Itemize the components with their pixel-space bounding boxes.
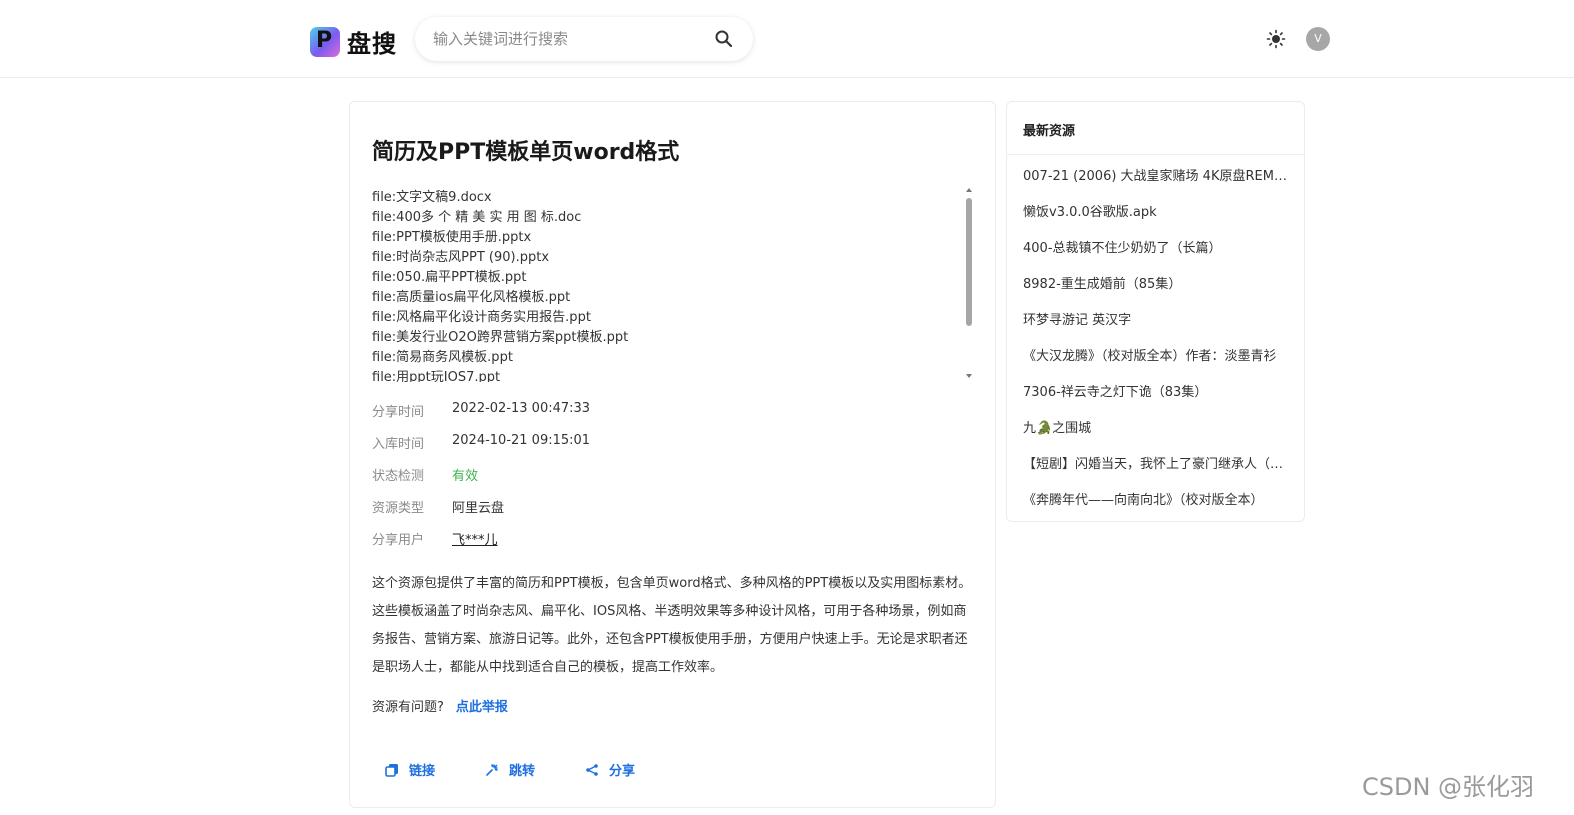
list-item[interactable]: 环梦寻游记 英汉字 (1023, 310, 1289, 346)
meta-share-time: 分享时间 2022-02-13 00:47:33 (372, 401, 972, 421)
list-item[interactable]: 7306-祥云寺之灯下诡（83集） (1023, 382, 1289, 418)
scroll-up-icon[interactable] (966, 188, 972, 192)
search-icon[interactable] (714, 29, 734, 49)
status-badge: 有效 (452, 469, 479, 484)
list-item[interactable]: 九🐊之围城 (1023, 418, 1289, 454)
meta-label: 分享用户 (372, 533, 425, 548)
resource-description: 这个资源包提供了丰富的简历和PPT模板，包含单页word格式、多种风格的PPT模… (372, 576, 972, 675)
list-item[interactable]: 8982-重生成婚前（85集） (1023, 274, 1289, 310)
report-question: 资源有问题? (372, 700, 444, 715)
meta-value: 2024-10-21 09:15:01 (452, 433, 591, 448)
latest-resources-panel: 最新资源 007-21 (2006) 大战皇家赌场 4K原盘REMUX 懒饭v3… (1006, 101, 1305, 522)
file-item: file:高质量ios扁平化风格模板.ppt (372, 290, 571, 305)
file-item: file:400多 个 精 美 实 用 图 标.doc (372, 210, 582, 225)
report-link[interactable]: 点此举报 (456, 700, 508, 715)
meta-share-user: 分享用户 飞***儿 (372, 529, 972, 549)
top-header: P 盘搜 (0, 0, 1574, 78)
divider (1007, 154, 1304, 155)
link-button[interactable]: 链接 (385, 760, 435, 779)
site-logo[interactable]: P 盘搜 (310, 24, 397, 59)
meta-value: 阿里云盘 (452, 501, 505, 516)
search-input[interactable] (433, 27, 703, 51)
list-item[interactable]: 《奔腾年代——向南向北》（校对版全本） (1023, 490, 1289, 526)
file-list[interactable]: file:文字文稿9.docx file:400多 个 精 美 实 用 图 标.… (372, 188, 972, 382)
share-button-label: 分享 (609, 764, 636, 779)
avatar[interactable]: V (1306, 27, 1330, 51)
file-list-scrollbar[interactable] (963, 186, 975, 378)
action-bar: 链接 跳转 分享 (385, 760, 685, 779)
report-row: 资源有问题? 点此举报 (372, 696, 508, 715)
list-item[interactable]: 007-21 (2006) 大战皇家赌场 4K原盘REMUX (1023, 166, 1289, 202)
search-box (415, 17, 753, 61)
scrollbar-thumb[interactable] (966, 198, 972, 326)
copy-icon (385, 763, 398, 777)
page-title: 简历及PPT模板单页word格式 (372, 140, 680, 165)
scroll-down-icon[interactable] (966, 374, 972, 378)
file-item: file:文字文稿9.docx (372, 190, 492, 205)
file-item: file:PPT模板使用手册.pptx (372, 230, 532, 245)
meta-label: 资源类型 (372, 501, 425, 516)
watermark: CSDN @张化羽 (1362, 773, 1535, 801)
jump-icon (486, 763, 498, 776)
resource-card: 简历及PPT模板单页word格式 file:文字文稿9.docx file:40… (349, 101, 996, 808)
list-item[interactable]: 400-总裁镇不住少奶奶了（长篇） (1023, 238, 1289, 274)
jump-button-label: 跳转 (509, 764, 536, 779)
jump-button[interactable]: 跳转 (485, 760, 535, 779)
meta-label: 入库时间 (372, 437, 425, 452)
file-item: file:050.扁平PPT模板.ppt (372, 270, 527, 285)
meta-import-time: 入库时间 2024-10-21 09:15:01 (372, 433, 972, 453)
list-item[interactable]: 懒饭v3.0.0谷歌版.apk (1023, 202, 1289, 238)
file-item: file:简易商务风模板.ppt (372, 350, 513, 365)
meta-label: 分享时间 (372, 405, 425, 420)
meta-value: 2022-02-13 00:47:33 (452, 401, 591, 416)
file-item: file:用ppt玩IOS7.ppt (372, 370, 501, 382)
file-item: file:风格扁平化设计商务实用报告.ppt (372, 310, 591, 325)
meta-label: 状态检测 (372, 469, 425, 484)
share-button[interactable]: 分享 (585, 760, 635, 779)
link-button-label: 链接 (409, 764, 436, 779)
list-item[interactable]: 【短剧】闪婚当天，我怀上了豪门继承人（全集） (1023, 454, 1289, 490)
file-item: file:时尚杂志风PPT (90).pptx (372, 250, 550, 265)
file-item: file:美发行业O2O跨界营销方案ppt模板.ppt (372, 330, 629, 345)
share-user-link[interactable]: 飞***儿 (452, 529, 498, 548)
meta-status: 状态检测 有效 (372, 465, 972, 485)
logo-text: 盘搜 (347, 30, 397, 58)
logo-icon: P (310, 26, 340, 57)
meta-resource-type: 资源类型 阿里云盘 (372, 497, 972, 517)
latest-resources-title: 最新资源 (1023, 124, 1076, 139)
latest-resources-list: 007-21 (2006) 大战皇家赌场 4K原盘REMUX 懒饭v3.0.0谷… (1023, 166, 1289, 526)
theme-toggle-icon[interactable] (1266, 29, 1286, 49)
list-item[interactable]: 《大汉龙腾》（校对版全本）作者：淡墨青衫 (1023, 346, 1289, 382)
share-icon (586, 763, 598, 776)
